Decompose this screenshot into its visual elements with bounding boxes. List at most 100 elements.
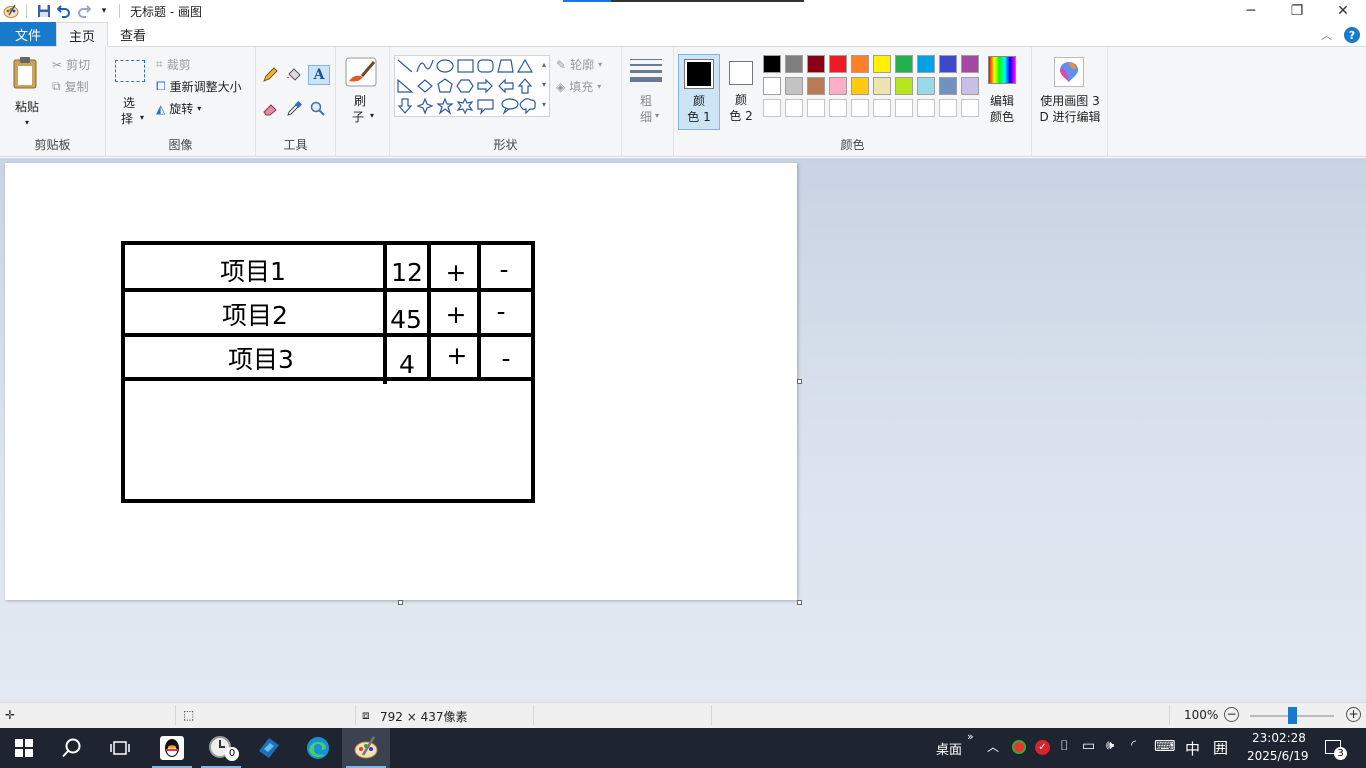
shape-rectangle-icon[interactable] bbox=[457, 59, 474, 73]
taskbar-qq[interactable] bbox=[148, 728, 196, 768]
shape-arrow-left-icon[interactable] bbox=[498, 78, 514, 94]
palette-swatch[interactable] bbox=[961, 77, 979, 95]
toolbar-expand-icon[interactable]: » bbox=[967, 730, 974, 743]
taskbar-app-blue[interactable] bbox=[245, 728, 293, 768]
search-button[interactable] bbox=[48, 728, 96, 768]
palette-swatch[interactable] bbox=[939, 77, 957, 95]
palette-swatch[interactable] bbox=[829, 55, 847, 73]
palette-swatch[interactable] bbox=[939, 99, 957, 117]
palette-swatch[interactable] bbox=[807, 99, 825, 117]
collapse-ribbon-icon[interactable]: ︿ bbox=[1321, 27, 1332, 43]
shapes-scroll[interactable]: ▴ ▾ ▾ bbox=[538, 55, 550, 117]
palette-swatch[interactable] bbox=[895, 77, 913, 95]
shape-callout-cloud-icon[interactable] bbox=[519, 98, 536, 115]
palette-swatch[interactable] bbox=[763, 55, 781, 73]
tray-antivirus-icon[interactable]: ✓ bbox=[1035, 740, 1050, 755]
zoom-slider-thumb[interactable] bbox=[1288, 707, 1297, 724]
taskbar-edge[interactable] bbox=[294, 728, 342, 768]
palette-swatch[interactable] bbox=[807, 55, 825, 73]
zoom-out-button[interactable]: − bbox=[1224, 707, 1239, 722]
brushes-button[interactable]: 刷 子 ▾ bbox=[344, 55, 380, 127]
palette-swatch[interactable] bbox=[917, 77, 935, 95]
palette-swatch[interactable] bbox=[873, 77, 891, 95]
eraser-icon[interactable] bbox=[262, 101, 278, 120]
shape-star4-icon[interactable] bbox=[416, 97, 434, 115]
shape-star5-icon[interactable] bbox=[436, 97, 454, 115]
paint3d-button[interactable]: 使用画图 3 D 进行编辑 bbox=[1034, 55, 1106, 127]
ime-mode[interactable]: 中 bbox=[1185, 738, 1200, 759]
clock-time[interactable]: 23:02:28 bbox=[1252, 731, 1306, 745]
shape-oval-icon[interactable] bbox=[436, 59, 454, 73]
palette-swatch[interactable] bbox=[763, 99, 781, 117]
palette-swatch[interactable] bbox=[895, 55, 913, 73]
desktop-toolbar[interactable]: 桌面 bbox=[936, 739, 962, 758]
resize-handle-bottom[interactable] bbox=[398, 600, 403, 605]
edit-colors-button[interactable]: 编辑 颜色 bbox=[986, 55, 1026, 127]
restore-button[interactable]: ❐ bbox=[1274, 0, 1320, 22]
shape-curve-icon[interactable] bbox=[416, 59, 434, 73]
taskbar-paint[interactable] bbox=[342, 728, 390, 768]
shape-callout-oval-icon[interactable] bbox=[501, 98, 519, 115]
battery-icon[interactable]: ▭ bbox=[1082, 738, 1095, 754]
magnifier-icon[interactable] bbox=[310, 101, 326, 120]
color-picker-icon[interactable] bbox=[286, 100, 303, 120]
palette-swatch[interactable] bbox=[807, 77, 825, 95]
text-tool-icon[interactable]: A bbox=[308, 65, 330, 85]
shape-line-icon[interactable] bbox=[397, 59, 413, 73]
outline-button[interactable]: ✎ 轮廓 ▾ bbox=[556, 56, 602, 73]
palette-swatch[interactable] bbox=[851, 99, 869, 117]
palette-swatch[interactable] bbox=[939, 55, 957, 73]
tab-home[interactable]: 主页 bbox=[56, 22, 109, 47]
palette-swatch[interactable] bbox=[917, 99, 935, 117]
fill-button[interactable]: ◈ 填充 ▾ bbox=[556, 78, 601, 95]
resize-button[interactable]: ⧠ 重新调整大小 bbox=[156, 78, 242, 95]
size-button[interactable]: 粗 细 ▾ bbox=[628, 55, 668, 127]
shape-triangle-icon[interactable] bbox=[516, 58, 534, 73]
shape-arrow-right-icon[interactable] bbox=[477, 78, 493, 94]
palette-swatch[interactable] bbox=[785, 77, 803, 95]
undo-icon[interactable] bbox=[55, 2, 73, 20]
usb-device-icon[interactable]: ⌷ bbox=[1060, 738, 1068, 754]
palette-swatch[interactable] bbox=[851, 55, 869, 73]
palette-swatch[interactable] bbox=[829, 77, 847, 95]
keyboard-icon[interactable]: ⌨ bbox=[1154, 737, 1176, 755]
tray-app-icon[interactable] bbox=[1012, 740, 1026, 754]
redo-icon[interactable] bbox=[75, 2, 93, 20]
shape-polygon-icon[interactable] bbox=[497, 59, 514, 73]
palette-swatch[interactable] bbox=[917, 55, 935, 73]
color1-button[interactable]: 颜 色 1 bbox=[678, 54, 720, 130]
crop-button[interactable]: ⌗ 裁剪 bbox=[156, 56, 191, 73]
palette-swatch[interactable] bbox=[895, 99, 913, 117]
pencil-icon[interactable] bbox=[262, 67, 278, 86]
volume-icon[interactable]: 🕪 bbox=[1106, 738, 1114, 753]
palette-swatch[interactable] bbox=[785, 55, 803, 73]
tab-file[interactable]: 文件 bbox=[0, 22, 56, 46]
save-icon[interactable] bbox=[35, 2, 53, 20]
paint-app-icon[interactable] bbox=[2, 2, 20, 20]
start-button[interactable] bbox=[0, 728, 48, 768]
shape-arrow-up-icon[interactable] bbox=[517, 78, 533, 94]
select-button[interactable]: 选 择 ▾ bbox=[114, 55, 146, 127]
shape-right-triangle-icon[interactable] bbox=[397, 78, 414, 93]
resize-handle-corner[interactable] bbox=[797, 600, 802, 605]
ime-grid-icon[interactable]: 囲 bbox=[1213, 737, 1228, 758]
shape-star6-icon[interactable] bbox=[456, 97, 474, 115]
palette-swatch[interactable] bbox=[829, 99, 847, 117]
taskbar-app[interactable]: 0 bbox=[197, 728, 245, 768]
drawing-canvas[interactable]: 项目1 12 + - 项目2 45 + - 项目3 4 + - bbox=[5, 163, 797, 600]
task-view-button[interactable] bbox=[96, 728, 144, 768]
shape-callout-rect-icon[interactable] bbox=[477, 99, 494, 115]
palette-swatch[interactable] bbox=[851, 77, 869, 95]
palette-swatch[interactable] bbox=[873, 99, 891, 117]
paste-button[interactable]: 粘贴 ▾ bbox=[8, 53, 46, 129]
minimize-button[interactable]: ─ bbox=[1228, 0, 1274, 22]
tab-view[interactable]: 查看 bbox=[108, 22, 158, 46]
show-hidden-icons-icon[interactable]: ︿ bbox=[987, 738, 999, 755]
clock-date[interactable]: 2025/6/19 bbox=[1247, 749, 1309, 763]
fill-bucket-icon[interactable] bbox=[286, 67, 302, 86]
resize-handle-right[interactable] bbox=[797, 379, 802, 384]
copy-button[interactable]: ⧉ 复制 bbox=[52, 78, 89, 95]
customize-toolbar-icon[interactable]: ▾ bbox=[95, 2, 113, 20]
palette-swatch[interactable] bbox=[961, 99, 979, 117]
shape-arrow-down-icon[interactable] bbox=[397, 98, 413, 114]
